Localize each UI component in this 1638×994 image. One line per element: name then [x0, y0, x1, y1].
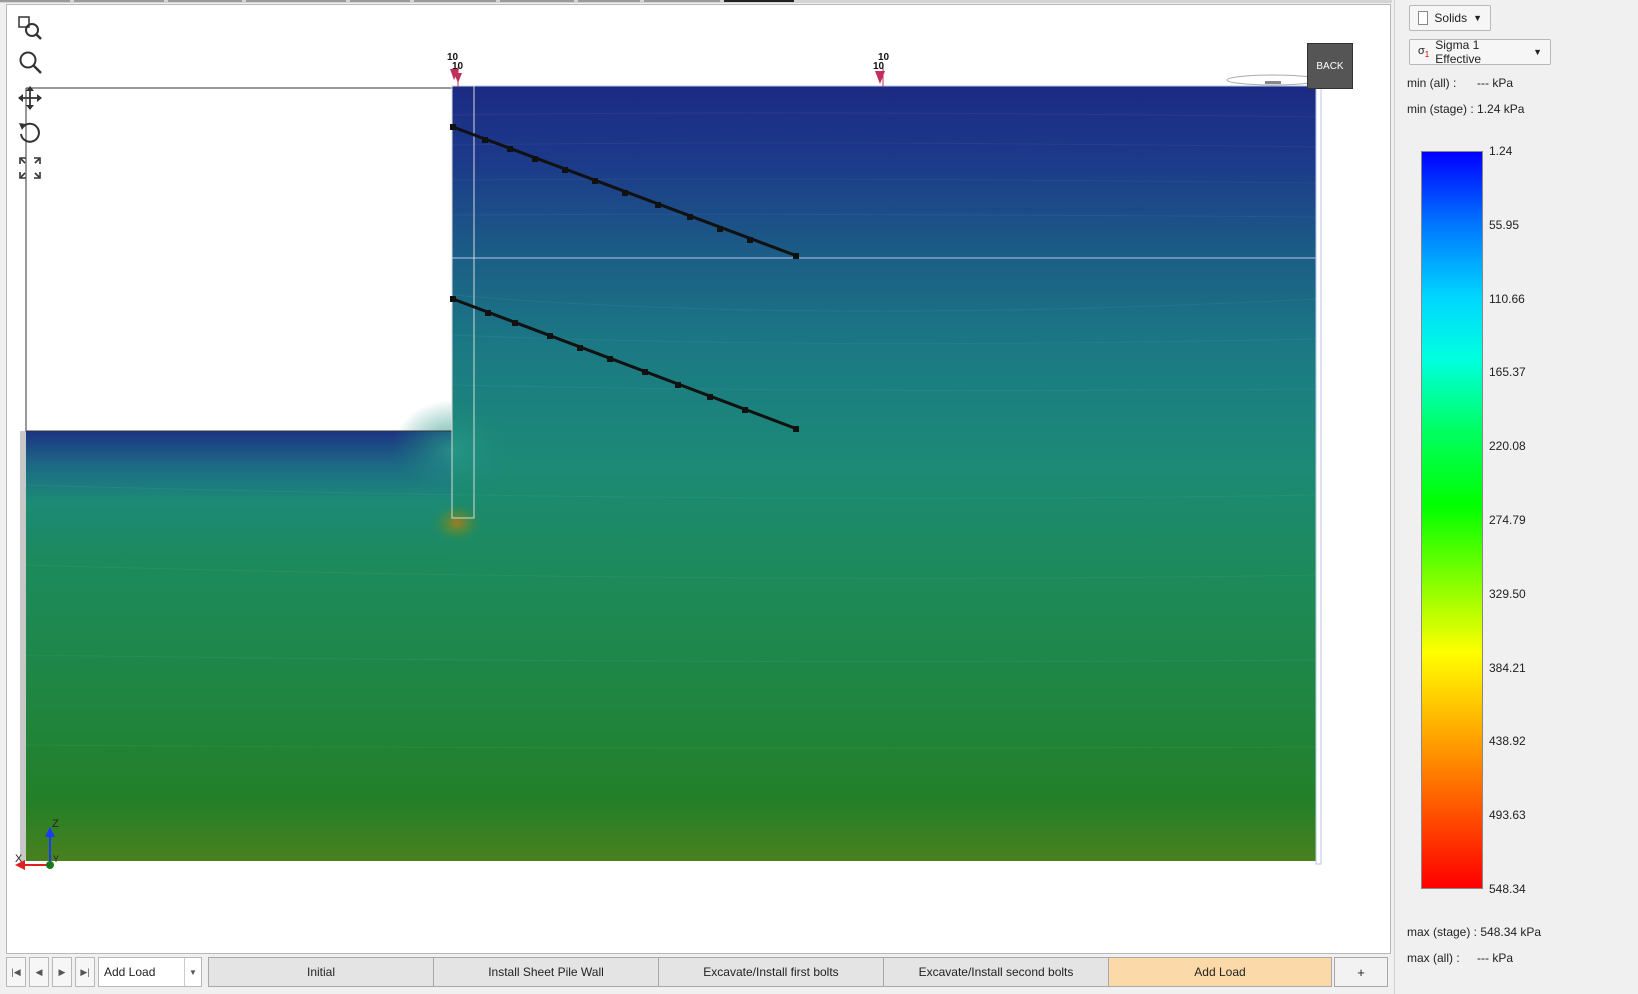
stage-select[interactable]: Add Load ▼: [98, 957, 202, 987]
display-mode-dropdown[interactable]: Solids ▼: [1409, 5, 1491, 31]
chevron-down-icon: ▼: [184, 958, 201, 986]
min-stage-label: min (stage) :: [1407, 102, 1474, 116]
results-panel: Solids ▼ σ1 Sigma 1 Effective ▼ min (all…: [1394, 0, 1638, 994]
chevron-down-icon: ▼: [1533, 47, 1542, 57]
last-stage-button[interactable]: ▶|: [75, 957, 95, 987]
legend-tick-label: 493.63: [1489, 808, 1526, 823]
stage-tab-second-bolts[interactable]: Excavate/Install second bolts: [883, 957, 1109, 987]
back-view-button[interactable]: BACK: [1307, 43, 1353, 89]
legend-tick-label: 274.79: [1489, 513, 1526, 527]
excavated-side-soil: [26, 431, 452, 571]
model-viewport[interactable]: 10 10 10 10 Z X Y BACK: [6, 4, 1391, 954]
legend-colorbar: [1421, 151, 1483, 889]
zoom-icon[interactable]: [15, 47, 45, 77]
legend-tick-label: 329.50: [1489, 586, 1526, 601]
stage-tab-initial[interactable]: Initial: [208, 957, 434, 987]
stress-contour-plot[interactable]: 10 10 10 10 Z X Y: [7, 5, 1390, 953]
result-type-dropdown[interactable]: σ1 Sigma 1 Effective ▼: [1409, 38, 1551, 66]
min-all-label: min (all) :: [1407, 76, 1457, 90]
top-tab-strip: [0, 0, 1392, 3]
legend-tick-label: 110.66: [1489, 291, 1525, 306]
axis-z-label: Z: [52, 818, 59, 830]
legend-tick-label: 384.21: [1489, 660, 1526, 675]
max-stage-label: max (stage) :: [1407, 925, 1478, 939]
stage-select-value: Add Load: [104, 965, 156, 979]
max-all-row: max (all) : --- kPa: [1407, 951, 1513, 965]
min-stage-row: min (stage) : 1.24 kPa: [1407, 102, 1524, 116]
zoom-extents-icon[interactable]: [15, 13, 45, 43]
next-stage-button[interactable]: ▶: [52, 957, 72, 987]
max-all-value: --- kPa: [1477, 951, 1513, 965]
max-stage-row: max (stage) : 548.34 kPa: [1407, 925, 1541, 939]
legend-tick-label: 438.92: [1489, 734, 1526, 749]
stage-tab-first-bolts[interactable]: Excavate/Install first bolts: [658, 957, 884, 987]
legend-tick-label: 55.95: [1489, 217, 1520, 232]
min-all-value: --- kPa: [1477, 76, 1513, 90]
stage-tab-add-load[interactable]: Add Load: [1108, 957, 1332, 987]
prev-stage-button[interactable]: ◀: [29, 957, 49, 987]
legend-tick-label: 1.24: [1489, 144, 1513, 158]
max-all-label: max (all) :: [1407, 951, 1460, 965]
max-stage-value: 548.34 kPa: [1480, 925, 1542, 939]
add-stage-button[interactable]: +: [1334, 957, 1388, 987]
stage-tab-install-sheet-pile-wall[interactable]: Install Sheet Pile Wall: [433, 957, 659, 987]
fit-view-icon[interactable]: [15, 153, 45, 183]
first-stage-button[interactable]: |◀: [6, 957, 26, 987]
sigma-icon: σ1: [1418, 44, 1430, 60]
pan-icon[interactable]: [15, 83, 45, 113]
legend-tick-label: 220.08: [1489, 439, 1526, 454]
solids-icon: [1418, 11, 1429, 25]
display-mode-value: Solids: [1434, 11, 1468, 25]
axis-x-label: X: [15, 853, 23, 865]
result-type-value: Sigma 1 Effective: [1435, 38, 1482, 66]
load-label-left-2: 10: [452, 61, 464, 72]
min-all-row: min (all) : --- kPa: [1407, 76, 1513, 90]
legend-tick-label: 548.34: [1489, 882, 1526, 896]
axis-y-label: Y: [53, 854, 59, 864]
rotate-icon[interactable]: [15, 118, 45, 148]
legend-tick-label: 165.37: [1489, 365, 1526, 380]
min-stage-value: 1.24 kPa: [1477, 102, 1525, 116]
load-label-right-2: 10: [873, 61, 885, 72]
chevron-down-icon: ▼: [1473, 13, 1482, 23]
